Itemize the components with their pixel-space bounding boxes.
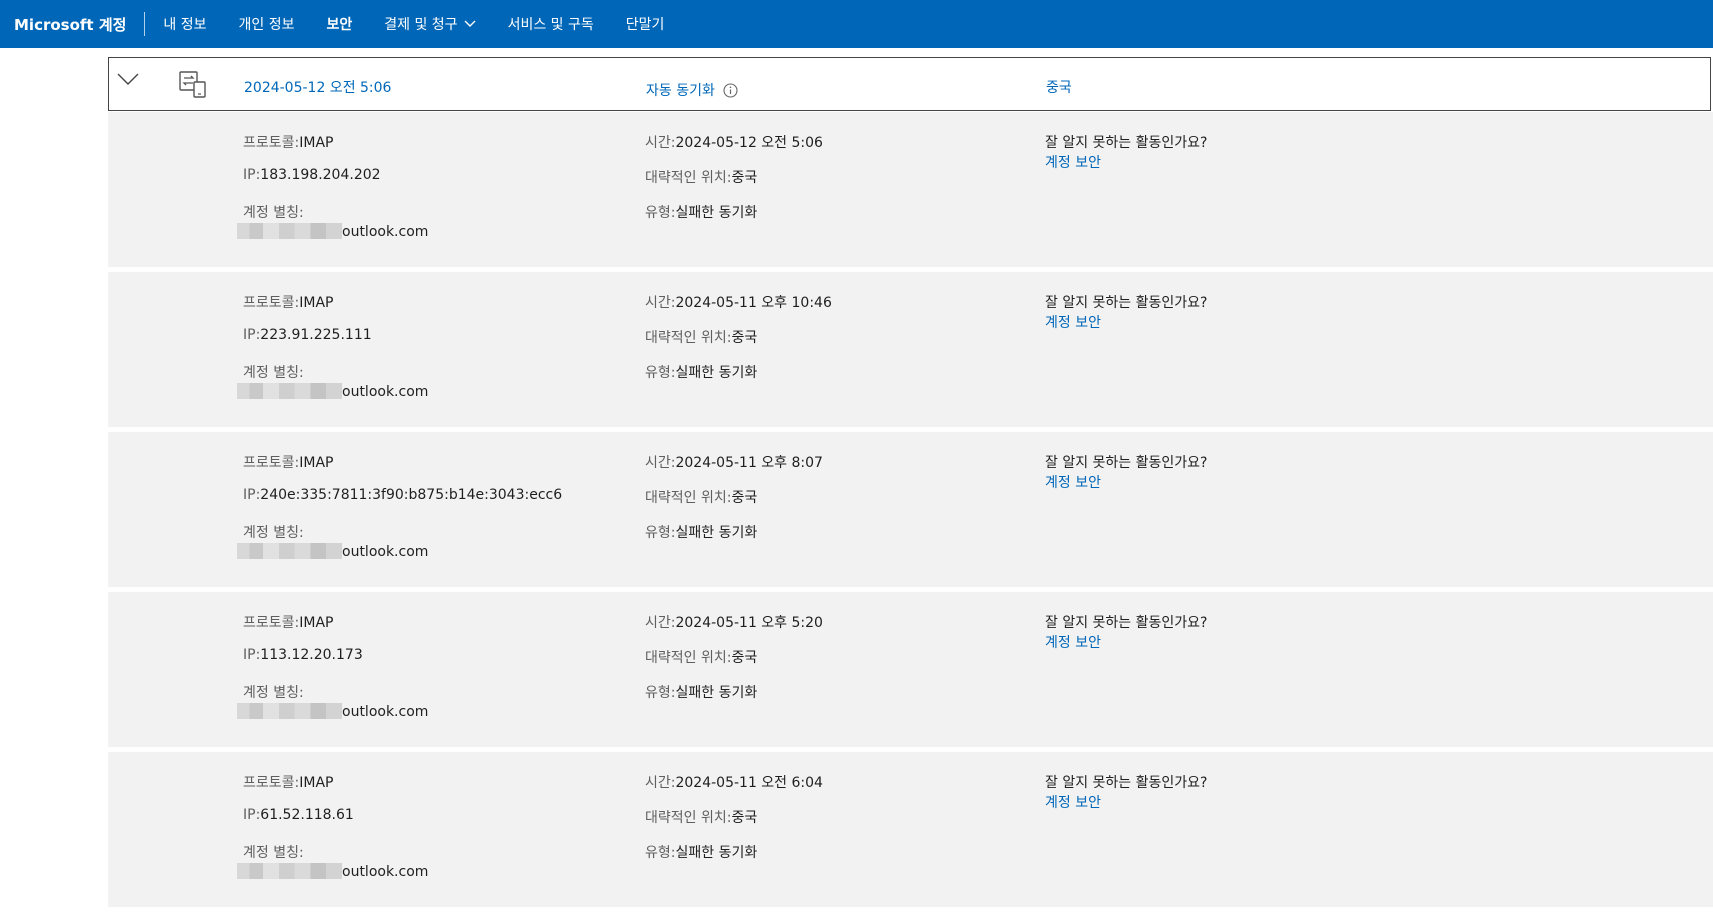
redacted-alias [237,383,342,399]
activity-detail-card: 프로토콜:IMAP IP:223.91.225.111 계정 별칭: outlo… [108,272,1713,427]
activity-detail-card: 프로토콜:IMAP IP:61.52.118.61 계정 별칭: outlook… [108,752,1713,907]
nav-item-payment-billing-label: 결제 및 청구 [384,17,458,33]
unfamiliar-activity-question: 잘 알지 못하는 활동인가요? [1045,775,1208,791]
chevron-down-icon[interactable] [117,72,139,86]
type-label: 유형: [645,845,676,861]
location-label: 대략적인 위치: [645,810,732,826]
protocol-value: IMAP [299,455,334,471]
type-label: 유형: [645,525,676,541]
alias-label: 계정 별칭: [243,205,304,221]
alias-value: outlook.com [342,864,429,880]
nav-item-services-subscriptions[interactable]: 서비스 및 구독 [508,14,594,34]
secure-account-link[interactable]: 계정 보안 [1045,312,1101,332]
secure-account-link[interactable]: 계정 보안 [1045,632,1101,652]
chevron-down-icon [464,20,476,27]
protocol-label: 프로토콜: [243,455,300,471]
nav-item-security[interactable]: 보안 [327,14,353,34]
time-value: 2024-05-11 오후 8:07 [675,455,823,471]
protocol-value: IMAP [299,135,334,151]
activity-type-label: 자동 동기화 [646,83,715,99]
activity-detail-card: 프로토콜:IMAP IP:113.12.20.173 계정 별칭: outloo… [108,592,1713,747]
type-label: 유형: [645,205,676,221]
ip-label: IP: [243,647,261,663]
time-value: 2024-05-12 오전 5:06 [675,135,823,151]
nav-item-my-info[interactable]: 내 정보 [163,14,206,34]
location-value: 중국 [731,330,758,346]
activity-date: 2024-05-12 오전 5:06 [244,80,392,96]
alias-value: outlook.com [342,224,429,240]
brand-title[interactable]: Microsoft 계정 [0,14,144,35]
ip-value: 61.52.118.61 [260,807,354,823]
protocol-label: 프로토콜: [243,295,300,311]
ip-label: IP: [243,487,261,503]
alias-label: 계정 별칭: [243,525,304,541]
alias-value: outlook.com [342,384,429,400]
time-label: 시간: [645,295,676,311]
ip-label: IP: [243,327,261,343]
type-value: 실패한 동기화 [675,205,758,221]
protocol-value: IMAP [299,295,334,311]
redacted-alias [237,863,342,879]
ip-label: IP: [243,167,261,183]
secure-account-link[interactable]: 계정 보안 [1045,152,1101,172]
sync-devices-icon [179,71,206,98]
activity-type: 자동 동기화 [646,80,738,100]
nav-item-devices[interactable]: 단말기 [626,14,665,34]
redacted-alias [237,543,342,559]
location-value: 중국 [731,490,758,506]
nav-item-payment-billing[interactable]: 결제 및 청구 [384,14,476,34]
alias-label: 계정 별칭: [243,685,304,701]
secure-account-link[interactable]: 계정 보안 [1045,792,1101,812]
time-value: 2024-05-11 오후 5:20 [675,615,823,631]
unfamiliar-activity-question: 잘 알지 못하는 활동인가요? [1045,135,1208,151]
time-label: 시간: [645,775,676,791]
protocol-label: 프로토콜: [243,775,300,791]
ip-label: IP: [243,807,261,823]
location-value: 중국 [731,650,758,666]
time-label: 시간: [645,615,676,631]
ip-value: 113.12.20.173 [260,647,363,663]
location-label: 대략적인 위치: [645,490,732,506]
time-value: 2024-05-11 오전 6:04 [675,775,823,791]
protocol-label: 프로토콜: [243,615,300,631]
ip-value: 240e:335:7811:3f90:b875:b14e:3043:ecc6 [260,487,563,503]
protocol-value: IMAP [299,775,334,791]
unfamiliar-activity-question: 잘 알지 못하는 활동인가요? [1045,615,1208,631]
location-value: 중국 [731,810,758,826]
ip-value: 223.91.225.111 [260,327,372,343]
nav-item-personal-info[interactable]: 개인 정보 [239,14,295,34]
type-value: 실패한 동기화 [675,365,758,381]
nav-divider [144,12,146,36]
top-nav-bar: Microsoft 계정 내 정보 개인 정보 보안 결제 및 청구 서비스 및… [0,0,1713,48]
type-value: 실패한 동기화 [675,845,758,861]
unfamiliar-activity-question: 잘 알지 못하는 활동인가요? [1045,295,1208,311]
location-value: 중국 [731,170,758,186]
redacted-alias [237,223,342,239]
time-label: 시간: [645,135,676,151]
type-label: 유형: [645,685,676,701]
activity-detail-card: 프로토콜:IMAP IP:240e:335:7811:3f90:b875:b14… [108,432,1713,587]
secure-account-link[interactable]: 계정 보안 [1045,472,1101,492]
activity-detail-card: 프로토콜:IMAP IP:183.198.204.202 계정 별칭: outl… [108,112,1713,267]
time-value: 2024-05-11 오후 10:46 [675,295,832,311]
activity-location: 중국 [1046,80,1072,96]
type-value: 실패한 동기화 [675,525,758,541]
type-value: 실패한 동기화 [675,685,758,701]
info-icon[interactable] [723,82,738,98]
alias-value: outlook.com [342,544,429,560]
location-label: 대략적인 위치: [645,330,732,346]
alias-value: outlook.com [342,704,429,720]
alias-label: 계정 별칭: [243,845,304,861]
protocol-value: IMAP [299,615,334,631]
time-label: 시간: [645,455,676,471]
ip-value: 183.198.204.202 [260,167,381,183]
redacted-alias [237,703,342,719]
protocol-label: 프로토콜: [243,135,300,151]
type-label: 유형: [645,365,676,381]
unfamiliar-activity-question: 잘 알지 못하는 활동인가요? [1045,455,1208,471]
location-label: 대략적인 위치: [645,170,732,186]
activity-summary-row[interactable]: 2024-05-12 오전 5:06 자동 동기화 중국 [108,57,1711,111]
alias-label: 계정 별칭: [243,365,304,381]
location-label: 대략적인 위치: [645,650,732,666]
